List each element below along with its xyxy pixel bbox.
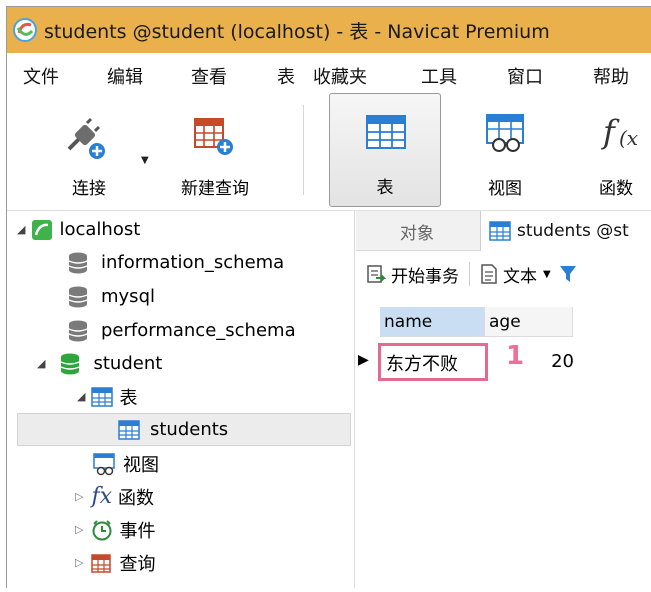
tree-item-label: 事件	[119, 520, 156, 542]
tree-item-localhost[interactable]: ◢ localhost	[17, 213, 140, 246]
connection-dropdown-icon[interactable]: ▼	[141, 155, 149, 166]
transaction-icon	[367, 265, 386, 283]
text-label: 文本	[503, 266, 537, 287]
tree-item-information-schema[interactable]: information_schema	[67, 246, 284, 279]
menu-favorites[interactable]: 收藏夹	[313, 63, 367, 89]
tree-item-mysql[interactable]: mysql	[67, 280, 155, 313]
new-query-label: 新建查询	[181, 179, 249, 199]
toolbar-separator	[469, 262, 470, 286]
column-header-name[interactable]: name	[380, 307, 485, 337]
new-query-icon	[194, 118, 233, 155]
tree-item-label: 查询	[119, 553, 156, 575]
window-title: students @student (localhost) - 表 - Navi…	[44, 20, 550, 43]
menu-file[interactable]: 文件	[23, 63, 59, 89]
title-bar: students @student (localhost) - 表 - Navi…	[7, 7, 651, 53]
begin-transaction-button[interactable]: 开始事务	[366, 262, 459, 287]
tab-students[interactable]: students @st	[480, 211, 651, 251]
connection-plug-icon	[67, 117, 105, 159]
tree-item-functions[interactable]: ▷ fx 函数	[75, 480, 154, 513]
function-icon: fx	[91, 484, 113, 509]
collapsed-arrow-icon[interactable]: ▷	[75, 523, 83, 536]
database-icon	[68, 286, 88, 307]
tree-item-label: mysql	[101, 286, 155, 307]
column-header-age[interactable]: age	[485, 307, 573, 337]
tree-item-label: students	[150, 419, 229, 440]
tab-objects[interactable]: 对象	[356, 211, 478, 251]
connection-button[interactable]: 连接	[47, 93, 131, 207]
navigation-tree: ◢ localhost information_schema mysql per…	[7, 211, 355, 588]
table-label: 表	[376, 178, 394, 198]
expanded-arrow-icon[interactable]: ◢	[17, 223, 25, 236]
tree-item-label: performance_schema	[101, 320, 296, 341]
collapsed-arrow-icon[interactable]: ▷	[75, 490, 83, 503]
table-button[interactable]: 表	[329, 93, 441, 207]
tab-bar: 对象 students @st	[356, 211, 651, 251]
view-button[interactable]: 视图	[465, 93, 545, 207]
svg-text:f: f	[601, 113, 620, 151]
tree-item-label: 函数	[118, 487, 155, 509]
cell-age[interactable]: 20	[542, 343, 574, 381]
tree-item-label: information_schema	[101, 252, 285, 273]
tab-label: students @st	[517, 221, 629, 241]
new-query-button[interactable]: 新建查询	[165, 93, 265, 207]
tree-item-tables[interactable]: ◢ 表	[77, 380, 137, 413]
tree-item-label: localhost	[59, 219, 141, 240]
app-window: students @student (localhost) - 表 - Navi…	[6, 6, 651, 588]
expanded-arrow-icon[interactable]: ◢	[37, 357, 45, 370]
table-icon	[91, 386, 114, 407]
query-icon	[91, 553, 112, 573]
function-button[interactable]: f (x 函数	[591, 93, 651, 207]
database-icon	[68, 252, 88, 273]
svg-text:(x: (x	[619, 126, 638, 150]
tab-label: 对象	[400, 223, 434, 244]
menu-help[interactable]: 帮助	[593, 63, 629, 89]
expanded-arrow-icon[interactable]: ◢	[77, 390, 85, 403]
database-icon	[61, 353, 80, 374]
annotation-marker: 1	[506, 341, 525, 371]
table-icon	[489, 221, 511, 241]
tree-item-students[interactable]: students	[17, 413, 351, 446]
tree-item-label: 视图	[123, 454, 159, 476]
toolbar-separator	[303, 105, 304, 195]
dropdown-arrow-icon[interactable]: ▼	[543, 269, 551, 280]
view-icon	[486, 114, 524, 152]
table-icon	[366, 115, 406, 149]
grid-header: name age	[380, 307, 573, 337]
table-toolbar: 开始事务 文本 ▼	[356, 252, 651, 296]
clock-icon	[92, 519, 112, 540]
tree-item-student[interactable]: ◢ student	[37, 347, 162, 380]
filter-icon[interactable]	[559, 264, 577, 284]
menu-edit[interactable]: 编辑	[107, 63, 143, 89]
tree-item-views[interactable]: 视图	[93, 447, 159, 480]
connection-label: 连接	[72, 179, 106, 199]
server-icon	[32, 219, 53, 240]
tree-item-queries[interactable]: ▷ 查询	[75, 546, 155, 579]
function-icon: f (x	[601, 113, 638, 151]
menu-window[interactable]: 窗口	[507, 63, 543, 89]
current-row-marker-icon: ▶	[358, 352, 369, 368]
text-button[interactable]: 文本 ▼	[480, 262, 551, 287]
menu-tools[interactable]: 工具	[421, 63, 457, 89]
table-icon	[118, 419, 140, 440]
database-icon	[68, 320, 88, 341]
function-label: 函数	[599, 179, 633, 199]
tree-item-events[interactable]: ▷ 事件	[75, 513, 155, 546]
view-label: 视图	[488, 179, 522, 199]
tree-item-label: student	[93, 353, 163, 374]
content-pane: 对象 students @st 开始事务 文本 ▼ name age ▶ 东方不…	[356, 211, 651, 588]
menu-view[interactable]: 查看	[191, 63, 227, 89]
text-document-icon	[481, 264, 497, 284]
view-icon	[93, 452, 115, 475]
tree-item-label: 表	[119, 387, 138, 409]
cell-name[interactable]: 东方不败	[378, 343, 488, 381]
menu-table[interactable]: 表	[277, 63, 295, 89]
begin-transaction-label: 开始事务	[391, 266, 459, 287]
navicat-logo-icon	[13, 18, 37, 42]
main-toolbar: 连接 ▼ 新建查询 表 视图 f (x 函数	[7, 93, 651, 211]
tree-item-performance-schema[interactable]: performance_schema	[67, 314, 296, 347]
menu-bar: 文件 编辑 查看 表 收藏夹 工具 窗口 帮助	[7, 53, 651, 93]
collapsed-arrow-icon[interactable]: ▷	[75, 556, 83, 569]
